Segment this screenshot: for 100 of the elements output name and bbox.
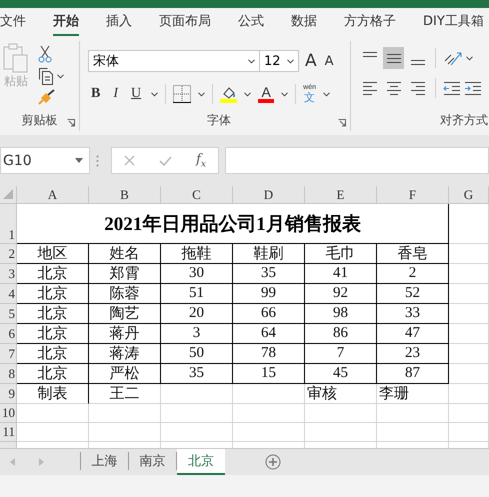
insert-function-button[interactable]: f$_{x}$: [196, 152, 206, 170]
table-cell: 98: [305, 304, 377, 324]
table-cell: 香皂: [377, 244, 449, 264]
ribbon-tab[interactable]: 开始: [53, 9, 79, 36]
column-header[interactable]: D: [233, 186, 305, 204]
dialog-launcher-icon[interactable]: [67, 119, 75, 127]
add-sheet-icon[interactable]: [265, 454, 281, 470]
sheet-title: 2021年日用品公司1月销售报表: [17, 204, 449, 244]
table-cell: 王二: [89, 384, 161, 404]
caret-icon[interactable]: [198, 92, 206, 96]
column-header[interactable]: G: [449, 186, 489, 204]
column-header[interactable]: B: [89, 186, 161, 204]
shrink-font-button[interactable]: A: [322, 54, 336, 68]
row-number[interactable]: 7: [0, 344, 17, 364]
right-align-icon[interactable]: [410, 80, 426, 96]
fill-color-icon[interactable]: [220, 85, 238, 103]
row-number[interactable]: 9: [0, 384, 17, 404]
table-cell: 20: [161, 304, 233, 324]
sheet-tab[interactable]: 北京: [177, 449, 225, 475]
caret-icon[interactable]: [151, 92, 158, 96]
group-label: 剪贴板: [22, 112, 58, 129]
table-cell: 北京: [17, 264, 89, 284]
ribbon-tab[interactable]: 数据: [291, 9, 317, 36]
ribbon-tab[interactable]: 插入: [106, 9, 132, 36]
dropdown-caret-icon[interactable]: [287, 58, 294, 64]
table-cell: 北京: [17, 324, 89, 344]
ribbon-tab[interactable]: 方方格子: [344, 9, 396, 36]
ribbon-tab[interactable]: DIY工具箱: [423, 9, 484, 36]
ribbon-tab[interactable]: 文件: [0, 9, 26, 36]
table-cell: 地区: [17, 244, 89, 264]
font-color-button[interactable]: A: [258, 86, 274, 102]
caret-icon[interactable]: [322, 92, 330, 96]
font-size-field[interactable]: 12: [259, 50, 299, 72]
underline-button[interactable]: U: [128, 86, 144, 102]
vertical-align-button[interactable]: [383, 47, 404, 69]
font-name-field[interactable]: 宋体: [88, 50, 260, 72]
ribbon-tab[interactable]: 页面布局: [159, 9, 211, 36]
table-cell: 蒋涛: [89, 344, 161, 364]
clipboard-icon: [3, 43, 29, 73]
row-number[interactable]: 8: [0, 364, 17, 384]
bold-button[interactable]: B: [88, 86, 104, 102]
table-cell: 毛巾: [305, 244, 377, 264]
group-label: 对齐方式: [440, 112, 488, 129]
row-number[interactable]: 5: [0, 304, 17, 324]
table-cell: 52: [377, 284, 449, 304]
table-cell: 李珊: [377, 384, 449, 404]
caret-icon[interactable]: [466, 56, 473, 60]
drag-handle-icon[interactable]: [96, 154, 99, 166]
row-number[interactable]: 1: [0, 204, 17, 244]
row-number[interactable]: 10: [0, 404, 17, 423]
dropdown-caret-icon[interactable]: [248, 58, 255, 64]
row-number[interactable]: 3: [0, 264, 17, 284]
paintbrush-icon[interactable]: [38, 89, 56, 105]
bottom-align-icon: [410, 60, 424, 64]
middle-align-icon: [386, 54, 400, 62]
checkmark-icon[interactable]: [159, 156, 172, 166]
increase-indent-icon[interactable]: [464, 80, 482, 96]
sheet-tab[interactable]: 上海: [81, 452, 129, 470]
column-header[interactable]: F: [377, 186, 449, 204]
center-align-icon[interactable]: [386, 80, 402, 96]
table-cell: 86: [305, 324, 377, 344]
decrease-indent-icon[interactable]: [443, 80, 461, 96]
top-align-icon: [362, 52, 376, 56]
row-number[interactable]: 6: [0, 324, 17, 344]
dropdown-caret-icon[interactable]: [75, 158, 83, 163]
table-cell: 47: [377, 324, 449, 344]
caret-icon[interactable]: [244, 92, 252, 96]
dialog-launcher-icon[interactable]: [338, 119, 346, 127]
table-cell: 制表: [17, 384, 89, 404]
table-cell: 北京: [17, 304, 89, 324]
caret-icon[interactable]: [57, 74, 64, 78]
table-cell: 北京: [17, 364, 89, 384]
table-cell: 郑霄: [89, 264, 161, 284]
column-header[interactable]: C: [161, 186, 233, 204]
table-cell: 92: [305, 284, 377, 304]
table-cell: 78: [233, 344, 305, 364]
table-cell: 23: [377, 344, 449, 364]
grow-font-button[interactable]: A: [303, 51, 319, 71]
formula-input[interactable]: [225, 147, 489, 174]
table-cell: 66: [233, 304, 305, 324]
ribbon-tab[interactable]: 公式: [238, 9, 264, 36]
row-number[interactable]: 4: [0, 284, 17, 304]
scissors-icon[interactable]: [38, 45, 52, 63]
table-cell: 鞋刷: [233, 244, 305, 264]
column-header[interactable]: E: [305, 186, 377, 204]
table-cell: 拖鞋: [161, 244, 233, 264]
row-number[interactable]: 11: [0, 423, 17, 442]
row-number[interactable]: 2: [0, 244, 17, 264]
column-header[interactable]: A: [17, 186, 89, 204]
name-box[interactable]: G10: [0, 147, 90, 174]
borders-icon[interactable]: [173, 85, 192, 103]
table-cell: 15: [233, 364, 305, 384]
table-cell: 陶艺: [89, 304, 161, 324]
table-cell: 7: [305, 344, 377, 364]
left-align-icon[interactable]: [362, 80, 378, 96]
caret-icon[interactable]: [281, 92, 288, 96]
table-cell: 3: [161, 324, 233, 344]
group-label: 字体: [207, 112, 231, 129]
italic-button[interactable]: I: [110, 86, 122, 102]
copy-icon[interactable]: [38, 67, 54, 85]
